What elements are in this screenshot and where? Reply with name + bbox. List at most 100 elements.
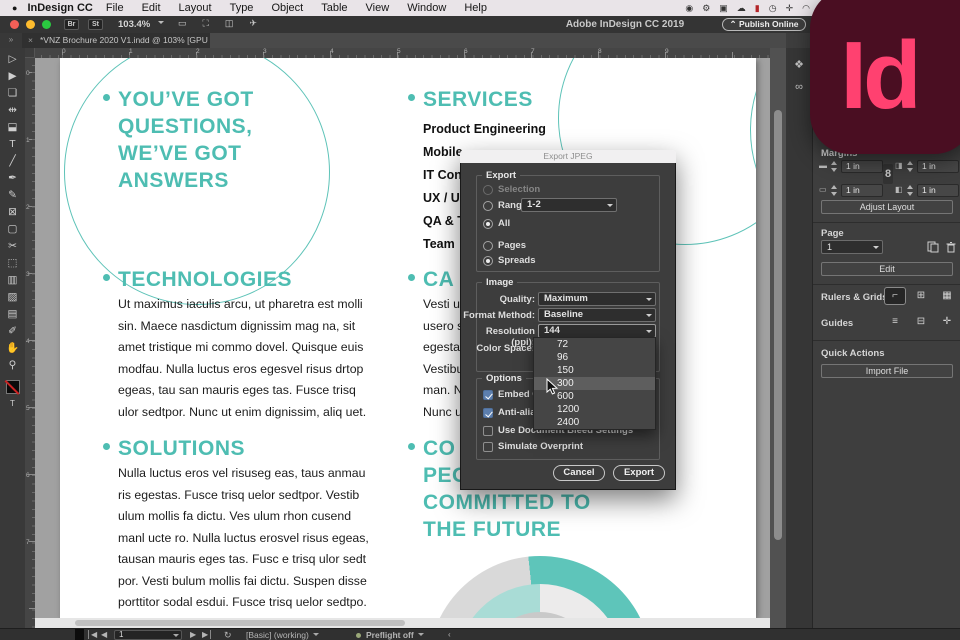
eyedropper-tool-icon[interactable]: ✐ bbox=[8, 323, 17, 340]
stepper-icon[interactable] bbox=[906, 160, 914, 173]
margin-top-input[interactable]: 1 in bbox=[841, 160, 883, 173]
lock-guides-icon[interactable]: ⊟ bbox=[911, 314, 931, 330]
stock-icon[interactable]: St bbox=[88, 19, 103, 30]
add-page-icon[interactable] bbox=[927, 241, 939, 253]
pages-radio[interactable] bbox=[483, 241, 493, 251]
margin-top-field[interactable]: ▬ 1 in bbox=[819, 160, 885, 173]
range-radio[interactable] bbox=[483, 201, 493, 211]
gradient-tool-icon[interactable]: ▥ bbox=[8, 272, 18, 289]
horizontal-scrollbar-thumb[interactable] bbox=[75, 620, 405, 626]
embed-color-profile-checkbox[interactable] bbox=[483, 390, 493, 400]
edit-page-button[interactable]: Edit bbox=[821, 262, 953, 276]
vertical-ruler[interactable]: 0 1 2 3 4 5 6 7 bbox=[25, 58, 35, 628]
margin-right-field[interactable]: ◨ 1 in bbox=[895, 160, 960, 173]
cc-libraries-icon[interactable]: ∞ bbox=[786, 81, 812, 93]
range-select[interactable]: 1-2 bbox=[521, 198, 617, 212]
dropdown-option[interactable]: 1200 bbox=[534, 403, 655, 416]
first-page-button[interactable]: ◀ bbox=[88, 630, 97, 639]
rectangle-tool-icon[interactable]: ▢ bbox=[8, 221, 18, 238]
gradient-feather-tool-icon[interactable]: ▨ bbox=[8, 289, 18, 306]
pencil-tool-icon[interactable]: ✎ bbox=[8, 187, 17, 204]
view-options-icon[interactable]: ▭ bbox=[178, 18, 187, 29]
color-wheel-icon[interactable]: ◉ bbox=[685, 3, 693, 14]
note-tool-icon[interactable]: ▤ bbox=[8, 306, 18, 323]
anti-alias-checkbox[interactable] bbox=[483, 408, 493, 418]
stepper-icon[interactable] bbox=[906, 184, 914, 197]
publish-online-button[interactable]: ⌃ Publish Online bbox=[722, 18, 806, 31]
delete-page-trash-icon[interactable] bbox=[945, 241, 957, 253]
dropdown-option[interactable]: 150 bbox=[534, 364, 655, 377]
dropdown-option[interactable]: 2400 bbox=[534, 416, 655, 429]
margin-right-input[interactable]: 1 in bbox=[917, 160, 959, 173]
adjust-layout-button[interactable]: Adjust Layout bbox=[821, 200, 953, 214]
next-page-button[interactable]: ▶ bbox=[190, 630, 196, 639]
previous-page-button[interactable]: ◀ bbox=[101, 630, 107, 639]
show-guides-icon[interactable]: ≡ bbox=[885, 314, 905, 330]
menu-item[interactable]: Edit bbox=[133, 2, 170, 14]
dropdown-option[interactable]: 96 bbox=[534, 351, 655, 364]
ruler-origin-icon[interactable]: ⌐ bbox=[884, 287, 906, 305]
document-grid-icon[interactable]: ▦ bbox=[937, 288, 957, 304]
gap-tool-icon[interactable]: ⇹ bbox=[8, 102, 17, 119]
quality-select[interactable]: Maximum bbox=[538, 292, 656, 306]
minimize-window-button[interactable] bbox=[26, 20, 35, 29]
menu-item[interactable]: Type bbox=[221, 2, 263, 14]
zoom-level-control[interactable]: 103.4% bbox=[118, 19, 165, 30]
cloud-icon[interactable]: ☁ bbox=[737, 3, 746, 14]
vertical-scrollbar[interactable] bbox=[770, 48, 786, 628]
share-icon[interactable]: ✈ bbox=[249, 18, 257, 29]
selection-tool-icon[interactable]: ▷ bbox=[8, 51, 16, 68]
last-page-button[interactable]: ▶ bbox=[202, 630, 212, 639]
menu-item[interactable]: Layout bbox=[170, 2, 221, 14]
battery-icon[interactable]: ▮ bbox=[755, 3, 760, 14]
menu-item[interactable]: Window bbox=[398, 2, 455, 14]
ruler-origin-box[interactable] bbox=[25, 48, 35, 58]
frame-tool-icon[interactable]: ⊠ bbox=[8, 204, 17, 221]
scissors-tool-icon[interactable]: ✂ bbox=[8, 238, 17, 255]
selection-radio[interactable] bbox=[483, 185, 493, 195]
clock-icon[interactable]: ◷ bbox=[769, 3, 777, 14]
horizontal-scrollbar[interactable] bbox=[35, 618, 770, 628]
direct-selection-tool-icon[interactable]: ▶ bbox=[8, 68, 16, 85]
all-radio[interactable] bbox=[483, 219, 493, 229]
free-transform-tool-icon[interactable]: ⬚ bbox=[8, 255, 18, 272]
menu-item[interactable]: Table bbox=[312, 2, 356, 14]
margin-left-input[interactable]: 1 in bbox=[917, 184, 959, 197]
stepper-icon[interactable] bbox=[830, 184, 838, 197]
fill-stroke-swatch[interactable] bbox=[5, 380, 20, 394]
stepper-icon[interactable] bbox=[830, 160, 838, 173]
content-collector-tool-icon[interactable]: ⬓ bbox=[8, 119, 18, 136]
preflight-profile-select[interactable]: [Basic] (working) bbox=[246, 630, 319, 640]
scroll-left-icon[interactable]: ‹ bbox=[448, 630, 451, 639]
panel-collapse-icon[interactable]: » bbox=[0, 33, 22, 48]
document-tab[interactable]: × *VNZ Brochure 2020 V1.indd @ 103% [GPU… bbox=[22, 33, 210, 48]
margin-bottom-input[interactable]: 1 in bbox=[841, 184, 883, 197]
simulate-overprint-checkbox[interactable] bbox=[483, 442, 493, 452]
formatting-affects-text-icon[interactable]: T bbox=[10, 399, 15, 408]
page-tool-icon[interactable]: ❏ bbox=[8, 85, 17, 102]
settings-icon[interactable]: ⚙ bbox=[702, 3, 710, 14]
margin-left-field[interactable]: ◧ 1 in bbox=[895, 184, 960, 197]
close-window-button[interactable] bbox=[10, 20, 19, 29]
page-number-box[interactable]: 1 bbox=[114, 630, 182, 640]
dropdown-option[interactable]: 72 bbox=[534, 338, 655, 351]
bridge-icon[interactable]: Br bbox=[64, 19, 79, 30]
menu-item[interactable]: File bbox=[97, 2, 133, 14]
import-file-button[interactable]: Import File bbox=[821, 364, 953, 378]
line-tool-icon[interactable]: ╱ bbox=[9, 153, 15, 170]
spreads-radio[interactable] bbox=[483, 256, 493, 266]
menu-item[interactable]: Help bbox=[455, 2, 496, 14]
zoom-tool-icon[interactable]: ⚲ bbox=[9, 357, 17, 374]
apple-menu-icon[interactable]: ● bbox=[12, 3, 17, 13]
wifi-icon[interactable]: ◠ bbox=[802, 3, 810, 14]
cancel-button[interactable]: Cancel bbox=[553, 465, 605, 481]
preflight-menu[interactable]: Preflight off bbox=[366, 630, 424, 640]
screen-mode-icon[interactable]: ⛶ bbox=[203, 18, 209, 29]
zoom-window-button[interactable] bbox=[42, 20, 51, 29]
baseline-grid-icon[interactable]: ⊞ bbox=[911, 288, 931, 304]
pen-tool-icon[interactable]: ✒ bbox=[8, 170, 17, 187]
move-icon[interactable]: ✛ bbox=[786, 3, 794, 14]
hand-tool-icon[interactable]: ✋ bbox=[6, 340, 19, 357]
use-document-bleed-checkbox[interactable] bbox=[483, 426, 493, 436]
arrange-documents-icon[interactable]: ◫ bbox=[225, 18, 234, 29]
